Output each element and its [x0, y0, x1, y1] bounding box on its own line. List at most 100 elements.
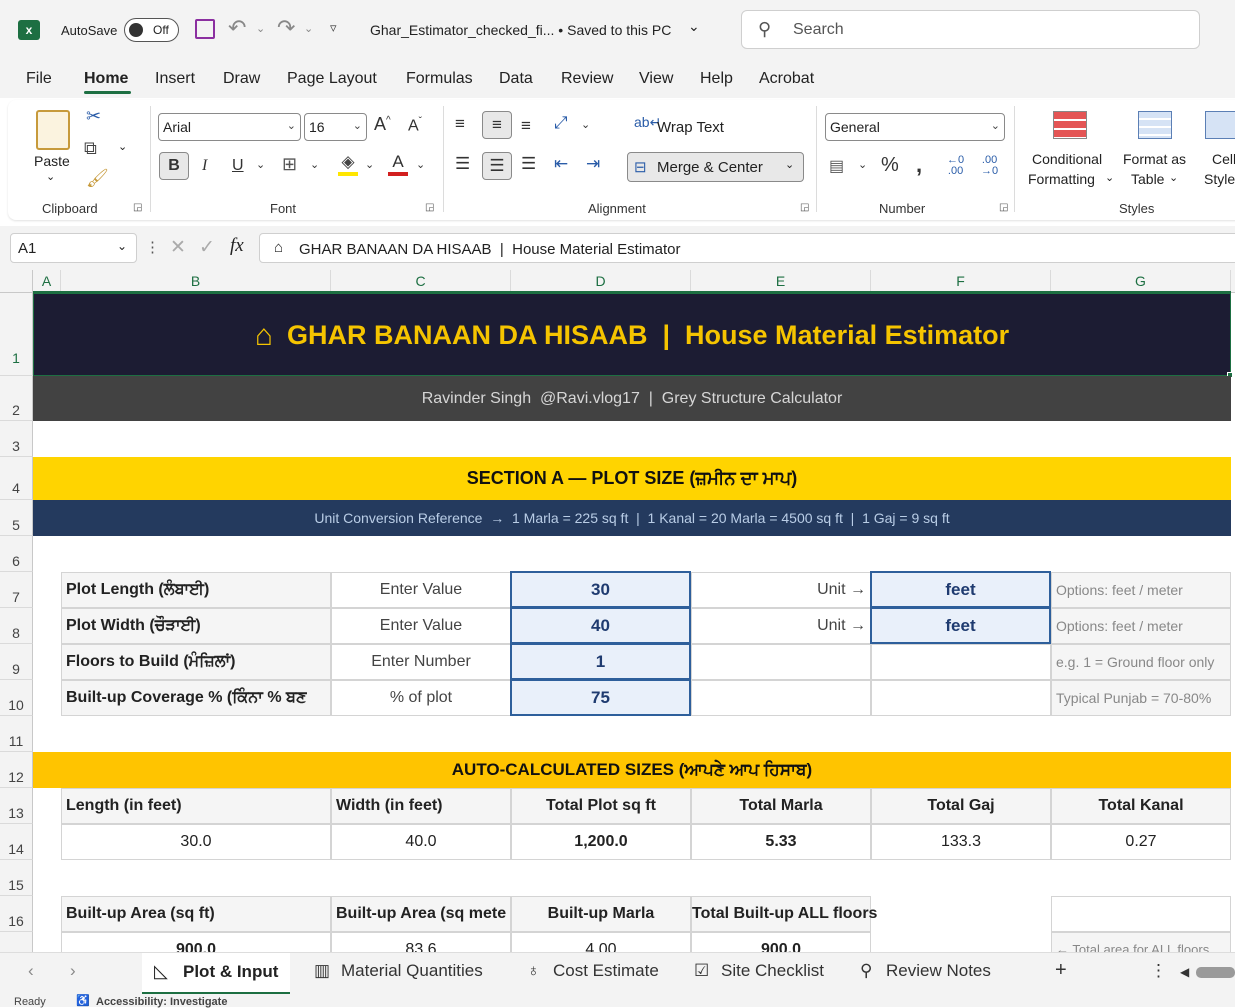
row-header-2[interactable]: 2	[0, 376, 33, 421]
column-header-g[interactable]: G	[1051, 270, 1231, 293]
builtup-header-empty[interactable]	[1051, 896, 1231, 932]
row-header-6[interactable]: 6	[0, 536, 33, 572]
decrease-font-size-icon[interactable]: Aˇ	[408, 116, 422, 135]
align-left-icon[interactable]: ☰	[455, 154, 470, 174]
menu-acrobat[interactable]: Acrobat	[759, 70, 814, 88]
builtup-header-sqm[interactable]: Built-up Area (sq mete	[331, 896, 511, 932]
add-sheet-icon[interactable]: +	[1055, 959, 1067, 982]
orientation-icon[interactable]: ⤢	[554, 113, 568, 133]
menu-data[interactable]: Data	[499, 70, 533, 88]
search-box[interactable]: ⚲ Search	[741, 10, 1200, 49]
column-header-e[interactable]: E	[691, 270, 871, 293]
row-header-15[interactable]: 15	[0, 860, 33, 896]
calc-header-total-gaj[interactable]: Total Gaj	[871, 788, 1051, 824]
more-options-icon[interactable]: ⋮	[145, 238, 160, 256]
calc-value-width[interactable]: 40.0	[331, 824, 511, 860]
plot-length-prompt[interactable]: Enter Value	[331, 572, 511, 608]
underline-button[interactable]: U	[232, 157, 244, 175]
redo-dropdown-icon[interactable]: ⌄	[304, 22, 313, 35]
unit-reference-bar[interactable]: Unit Conversion Reference → 1 Marla = 22…	[33, 500, 1231, 536]
builtup-value-sqm[interactable]: 83.6	[331, 932, 511, 952]
menu-formulas[interactable]: Formulas	[406, 70, 473, 88]
chevron-down-icon[interactable]: ⌄	[1169, 171, 1178, 184]
merge-center-button[interactable]: ⊟ Merge & Center ⌄	[627, 152, 804, 182]
scroll-tabs-right-icon[interactable]: ›	[70, 961, 76, 981]
magnifier-icon[interactable]: ⚲	[860, 961, 872, 981]
accessibility-icon[interactable]: ♿	[76, 994, 90, 1007]
plot-length-input[interactable]: 30	[510, 571, 691, 608]
clipboard-launcher-icon[interactable]: ◲	[133, 202, 142, 213]
tab-plot-input[interactable]: ◺ Plot & Input	[142, 953, 290, 995]
conditional-formatting-icon[interactable]	[1053, 111, 1087, 139]
format-painter-icon[interactable]: 🖌	[86, 168, 109, 189]
align-right-icon[interactable]: ☰	[521, 154, 536, 174]
decrease-decimal-icon[interactable]: .00 →0	[981, 155, 998, 177]
calc-header-total-marla[interactable]: Total Marla	[691, 788, 871, 824]
format-as-table-icon[interactable]	[1138, 111, 1172, 139]
accounting-dropdown-icon[interactable]: ⌄	[858, 158, 867, 171]
row-header-13[interactable]: 13	[0, 788, 33, 824]
column-header-b[interactable]: B	[61, 270, 331, 293]
menu-file[interactable]: File	[26, 70, 52, 88]
menu-page-layout[interactable]: Page Layout	[287, 70, 377, 88]
chevron-down-icon[interactable]: ⌄	[688, 18, 700, 35]
undo-icon[interactable]: ↶	[228, 15, 246, 41]
plot-length-label[interactable]: Plot Length (ਲੰਬਾਈ)	[61, 572, 331, 608]
copy-dropdown-icon[interactable]: ⌄	[118, 140, 127, 153]
calc-header-length[interactable]: Length (in feet)	[61, 788, 331, 824]
decrease-indent-icon[interactable]: ⇤	[554, 154, 568, 174]
plot-width-unit-label[interactable]: Unit →	[691, 608, 871, 644]
column-header-c[interactable]: C	[331, 270, 511, 293]
cell-styles-icon[interactable]	[1205, 111, 1235, 139]
calc-header-width[interactable]: Width (in feet)	[331, 788, 511, 824]
coverage-prompt[interactable]: % of plot	[331, 680, 511, 716]
row-header-14[interactable]: 14	[0, 824, 33, 860]
formula-input[interactable]: ⌂ GHAR BANAAN DA HISAAB | House Material…	[259, 233, 1235, 263]
increase-font-size-icon[interactable]: A^	[374, 114, 391, 135]
enter-icon[interactable]: ✓	[199, 236, 215, 259]
plot-width-prompt[interactable]: Enter Value	[331, 608, 511, 644]
font-name-select[interactable]: Arial ⌄	[158, 113, 301, 141]
money-bag-icon[interactable]: ♁	[527, 961, 540, 981]
tab-cost-estimate[interactable]: Cost Estimate	[553, 961, 659, 981]
alignment-launcher-icon[interactable]: ◲	[800, 202, 809, 213]
percent-icon[interactable]: %	[881, 154, 899, 177]
cell-styles-label-2[interactable]: Styles	[1204, 171, 1235, 187]
row-header-1[interactable]: 1	[0, 293, 33, 376]
wrap-text-button[interactable]: Wrap Text	[657, 119, 724, 136]
builtup-value-all-floors[interactable]: 900.0	[691, 932, 871, 952]
coverage-empty-e[interactable]	[691, 680, 871, 716]
align-center-button[interactable]: ☰	[482, 152, 512, 180]
row-header-3[interactable]: 3	[0, 421, 33, 457]
format-as-table-label-2[interactable]: Table	[1131, 171, 1164, 187]
column-header-f[interactable]: F	[871, 270, 1051, 293]
row-header-4[interactable]: 4	[0, 457, 33, 500]
section-a-header[interactable]: SECTION A — PLOT SIZE (ਜ਼ਮੀਨ ਦਾ ਮਾਪ)	[33, 457, 1231, 500]
comma-style-icon[interactable]: ,	[916, 152, 922, 178]
font-launcher-icon[interactable]: ◲	[425, 202, 434, 213]
builtup-value-sqft[interactable]: 900.0	[61, 932, 331, 952]
floors-prompt[interactable]: Enter Number	[331, 644, 511, 680]
conditional-formatting-label-2[interactable]: Formatting	[1028, 171, 1095, 187]
calc-header-total-kanal[interactable]: Total Kanal	[1051, 788, 1231, 824]
row-header-12[interactable]: 12	[0, 752, 33, 788]
increase-decimal-icon[interactable]: ←0.00	[947, 155, 964, 177]
align-top-icon[interactable]: ≡	[455, 114, 465, 134]
builtup-header-marla[interactable]: Built-up Marla	[511, 896, 691, 932]
name-box[interactable]: A1 ⌄	[10, 233, 137, 263]
orientation-dropdown-icon[interactable]: ⌄	[581, 118, 590, 131]
row-header-10[interactable]: 10	[0, 680, 33, 716]
menu-home[interactable]: Home	[84, 70, 128, 88]
plot-length-unit-input[interactable]: feet	[870, 571, 1051, 608]
menu-view[interactable]: View	[639, 70, 673, 88]
calc-value-total-marla[interactable]: 5.33	[691, 824, 871, 860]
tab-material-quantities[interactable]: Material Quantities	[341, 961, 483, 981]
conditional-formatting-label-1[interactable]: Conditional	[1032, 151, 1102, 167]
calc-value-total-gaj[interactable]: 133.3	[871, 824, 1051, 860]
calc-header-total-sqft[interactable]: Total Plot sq ft	[511, 788, 691, 824]
row-header-17[interactable]: 17	[0, 932, 33, 952]
horizontal-scrollbar-thumb[interactable]	[1196, 967, 1235, 978]
select-all-corner[interactable]	[0, 270, 33, 293]
floors-note[interactable]: e.g. 1 = Ground floor only	[1051, 644, 1231, 680]
italic-button[interactable]: I	[202, 157, 207, 175]
